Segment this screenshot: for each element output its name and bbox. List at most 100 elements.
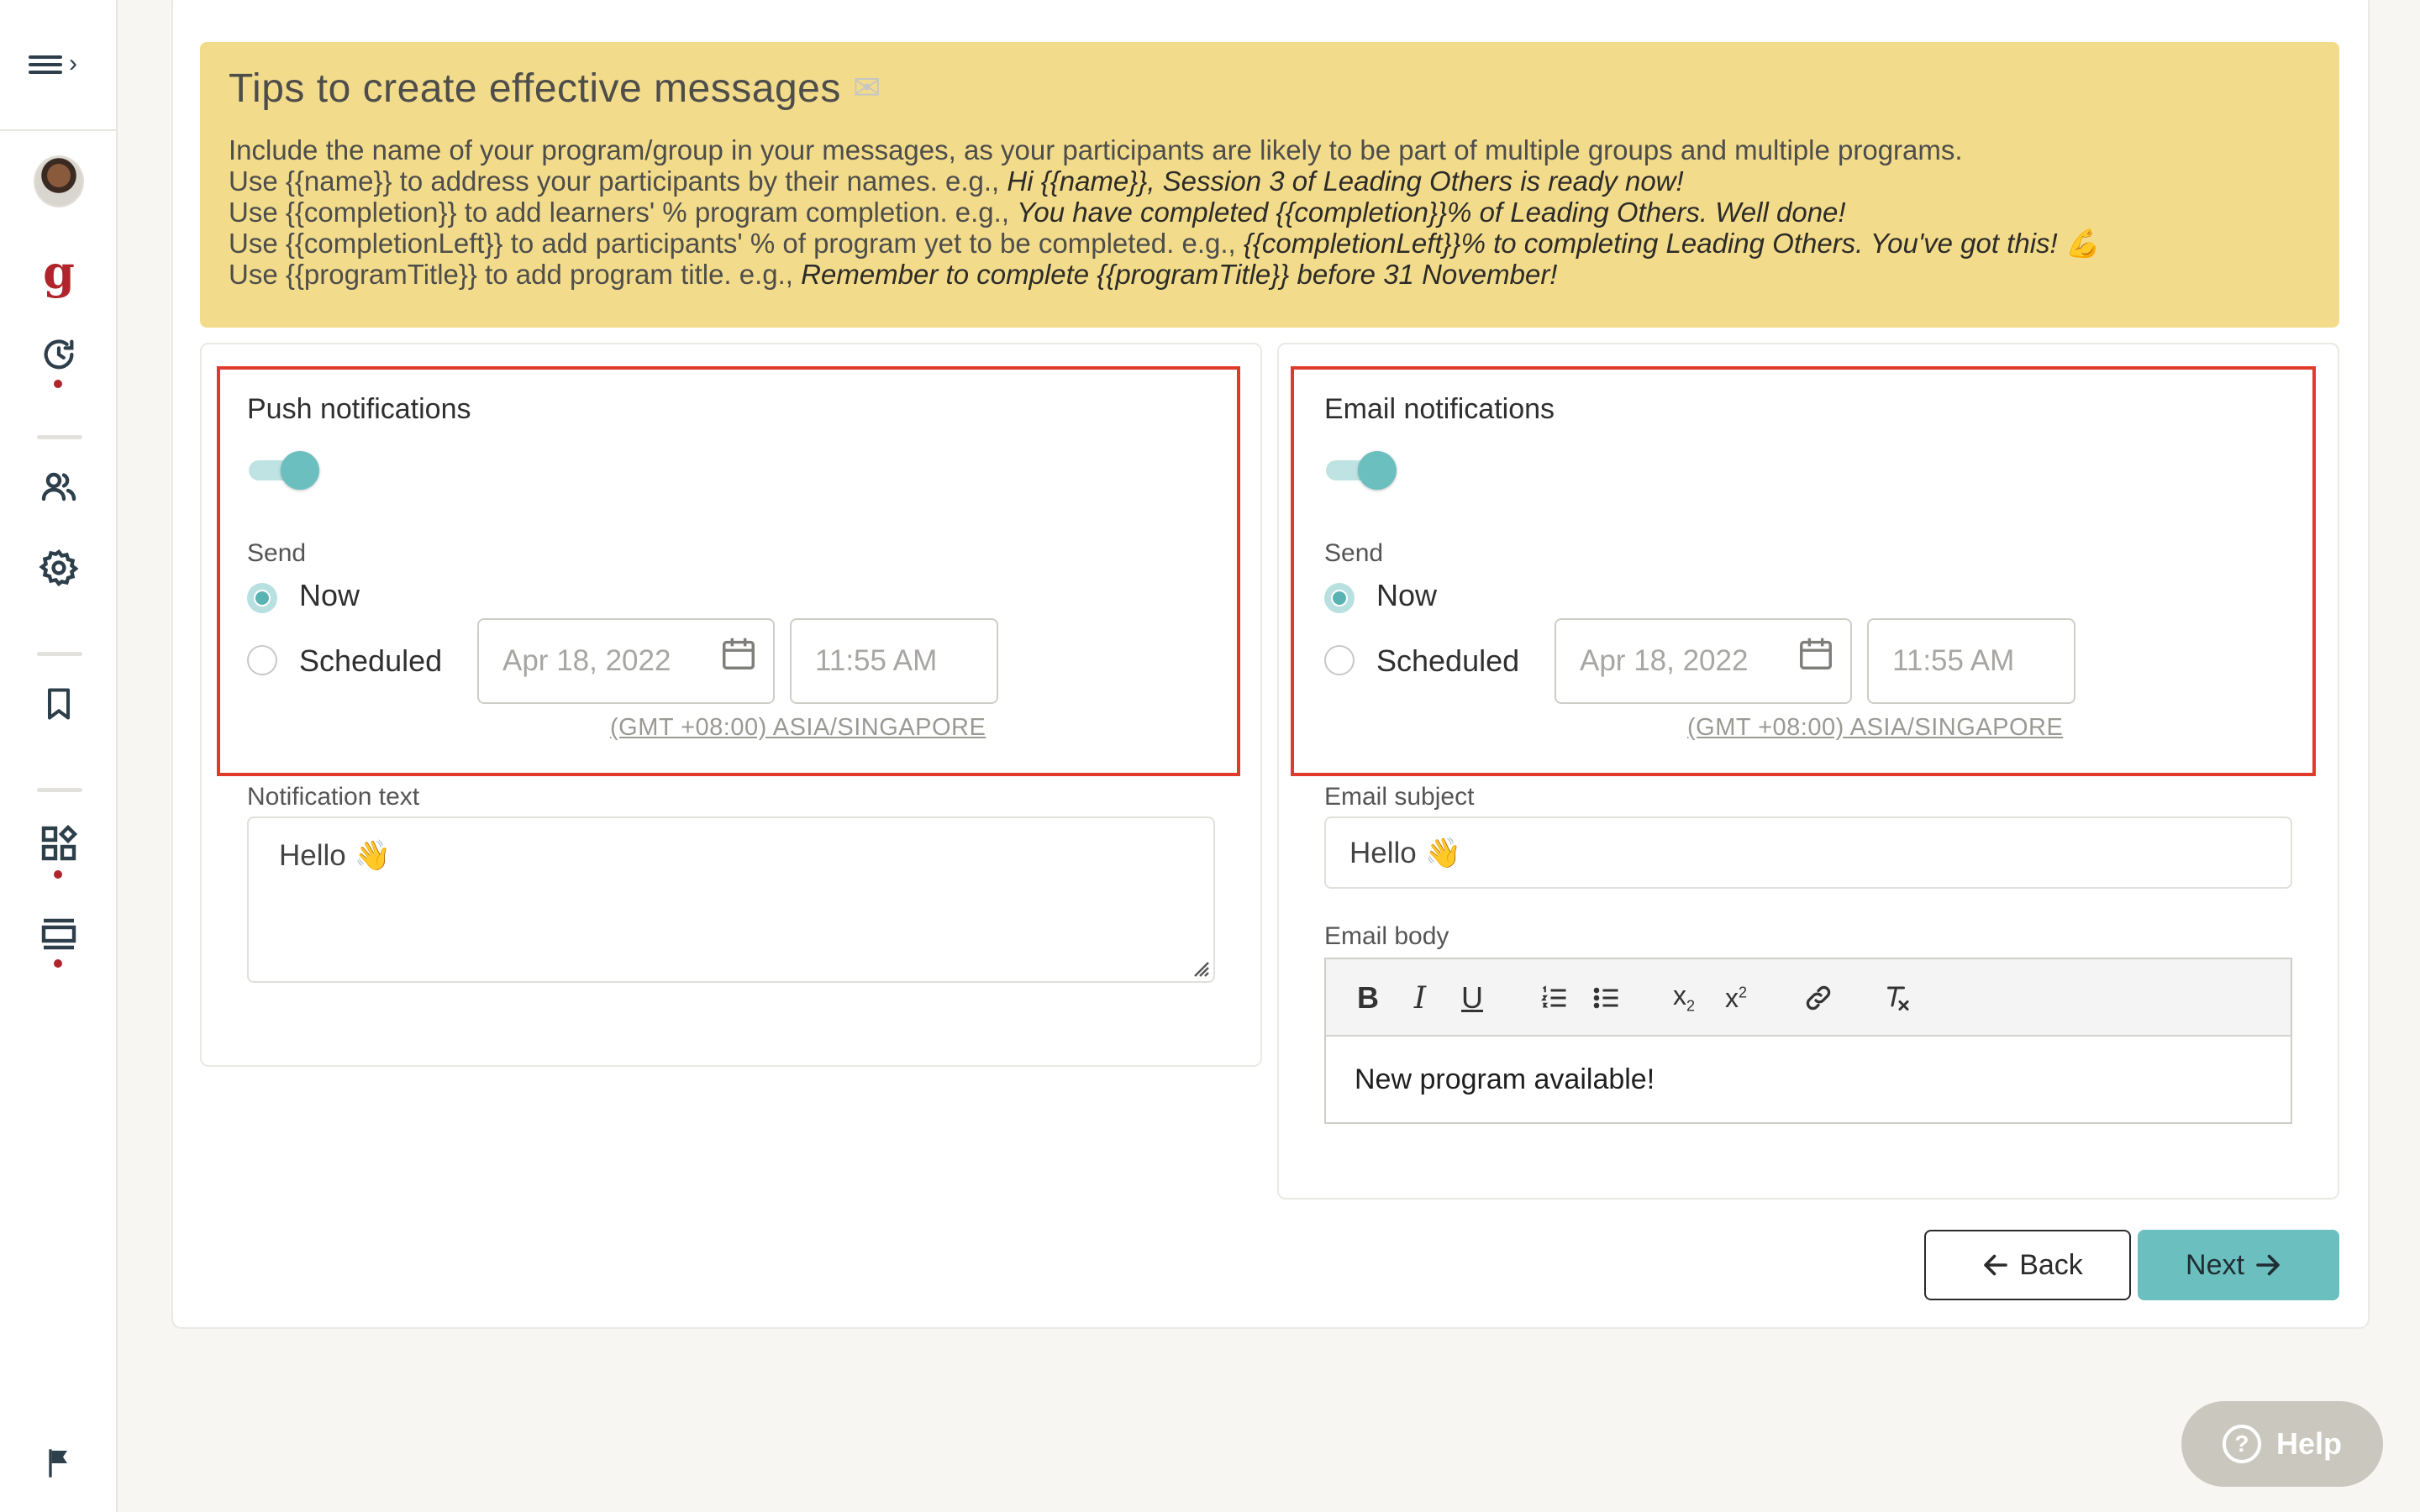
email-radio-scheduled[interactable] (1324, 645, 1355, 675)
widgets-icon (41, 824, 78, 861)
help-button[interactable]: ? Help (2181, 1401, 2383, 1487)
calendar-icon[interactable] (719, 633, 758, 674)
tip-text: Use {{name}} to address your participant… (229, 165, 1007, 197)
history-clock-icon (44, 339, 74, 370)
tips-title: Tips to create effective messages ✉ (229, 59, 2311, 118)
sidebar-item-apps[interactable] (34, 818, 84, 869)
editor-toolbar: B I U x2 x2 (1326, 959, 2291, 1037)
view-agenda-icon (41, 918, 76, 950)
email-body-label: Email body (1324, 922, 1449, 950)
email-subject-input[interactable]: Hello 👋 (1324, 816, 2292, 889)
question-icon: ? (2222, 1425, 2261, 1463)
email-time-placeholder: 11:55 AM (1892, 644, 2015, 677)
email-body-editor[interactable]: B I U x2 x2 New program available! (1324, 958, 2292, 1124)
push-time-field[interactable]: 11:55 AM (790, 618, 998, 704)
tip-example: Remember to complete {{programTitle}} be… (801, 259, 1558, 290)
ordered-list-button[interactable] (1534, 978, 1575, 1018)
back-button[interactable]: Back (1924, 1230, 2131, 1300)
email-radio-scheduled-label: Scheduled (1376, 643, 1520, 678)
underline-button[interactable]: U (1452, 978, 1492, 1018)
email-enabled-toggle[interactable] (1324, 449, 1398, 491)
tip-line: Include the name of your program/group i… (229, 134, 2311, 165)
notification-text-input[interactable]: Hello 👋 (247, 816, 1215, 983)
tips-list: Include the name of your program/group i… (229, 134, 2311, 290)
tip-text: Use {{completion}} to add learners' % pr… (229, 197, 1018, 228)
email-subject-label: Email subject (1324, 783, 1475, 811)
sidebar-item-bookmarks[interactable] (34, 679, 84, 729)
push-timezone-link[interactable]: (GMT +08:00) ASIA/SINGAPORE (610, 714, 986, 742)
subscript-icon: x2 (1672, 980, 1695, 1015)
tip-text: Use {{completionLeft}} to add participan… (229, 228, 1244, 259)
sidebar-item-layout[interactable] (34, 909, 84, 959)
email-body-text[interactable]: New program available! (1355, 1063, 1655, 1096)
superscript-icon: x2 (1724, 982, 1747, 1013)
brand-logo-icon: g (43, 245, 75, 299)
help-button-label: Help (2275, 1426, 2342, 1461)
superscript-button[interactable]: x2 (1716, 978, 1756, 1018)
email-radio-now-label: Now (1376, 578, 1438, 612)
notification-dot (54, 870, 62, 879)
push-radio-scheduled[interactable] (247, 645, 277, 675)
tip-text: Include the name of your program/group i… (229, 134, 1963, 165)
email-time-field[interactable]: 11:55 AM (1867, 618, 2075, 704)
notification-text-value: Hello 👋 (279, 839, 392, 872)
tip-line: Use {{completionLeft}} to add participan… (229, 228, 2311, 259)
tips-title-text: Tips to create effective messages (229, 66, 841, 111)
email-panel-title: Email notifications (1324, 393, 1555, 425)
subscript-button[interactable]: x2 (1664, 978, 1704, 1018)
email-radio-now[interactable] (1324, 583, 1355, 613)
email-subject-value: Hello 👋 (1349, 836, 1462, 869)
tip-text: Use {{programTitle}} to add program titl… (229, 259, 802, 290)
sidebar-item-home[interactable]: g (34, 247, 84, 297)
push-date-field[interactable]: Apr 18, 2022 (477, 618, 775, 704)
bold-button[interactable]: B (1348, 978, 1388, 1018)
gear-icon (39, 549, 79, 587)
sidebar-divider (0, 129, 118, 131)
notification-dot (54, 380, 62, 388)
push-date-placeholder: Apr 18, 2022 (502, 644, 671, 677)
back-button-label: Back (2019, 1248, 2083, 1281)
sidebar: › g (0, 0, 118, 1512)
sidebar-item-report[interactable] (34, 1438, 84, 1488)
envelope-icon: ✉ (852, 70, 881, 107)
calendar-icon[interactable] (1797, 633, 1835, 674)
sidebar-item-settings[interactable] (34, 543, 84, 593)
arrow-left-icon (1984, 1254, 2008, 1276)
italic-button[interactable]: I (1400, 978, 1440, 1018)
email-timezone-link[interactable]: (GMT +08:00) ASIA/SINGAPORE (1687, 714, 2063, 742)
tip-line: Use {{completion}} to add learners' % pr… (229, 197, 2311, 228)
tips-banner: Tips to create effective messages ✉ Incl… (200, 42, 2339, 328)
sidebar-divider (37, 652, 82, 656)
push-radio-now-label: Now (299, 578, 360, 612)
bullet-list-icon (1593, 987, 1618, 1009)
notification-text-label: Notification text (247, 783, 420, 811)
next-button[interactable]: Next (2138, 1230, 2339, 1300)
chevron-right-icon: › (69, 50, 77, 77)
email-send-label: Send (1324, 539, 1384, 567)
arrow-right-icon (2256, 1254, 2280, 1276)
push-time-placeholder: 11:55 AM (815, 644, 938, 677)
clear-format-button[interactable] (1877, 978, 1918, 1018)
sidebar-item-history[interactable] (34, 329, 84, 380)
push-radio-scheduled-label: Scheduled (299, 643, 443, 678)
bullet-list-button[interactable] (1586, 978, 1627, 1018)
menu-toggle-button[interactable]: › (29, 47, 92, 81)
notification-dot (54, 959, 62, 968)
tip-example: You have completed {{completion}}% of Le… (1017, 197, 1846, 228)
sidebar-divider (37, 788, 82, 792)
push-send-label: Send (247, 539, 307, 567)
flag-icon (49, 1449, 67, 1478)
avatar (34, 155, 84, 207)
resize-handle-icon[interactable] (1190, 958, 1210, 978)
sidebar-item-users[interactable] (34, 462, 84, 512)
tip-example: Hi {{name}}, Session 3 of Leading Others… (1007, 165, 1684, 197)
email-date-field[interactable]: Apr 18, 2022 (1555, 618, 1852, 704)
link-icon (1806, 985, 1831, 1011)
tip-line: Use {{programTitle}} to add program titl… (229, 259, 2311, 290)
push-radio-now[interactable] (247, 583, 277, 613)
push-enabled-toggle[interactable] (247, 449, 321, 491)
link-button[interactable] (1798, 978, 1839, 1018)
next-button-label: Next (2186, 1248, 2244, 1281)
user-avatar[interactable] (34, 155, 84, 207)
sidebar-divider (37, 435, 82, 439)
